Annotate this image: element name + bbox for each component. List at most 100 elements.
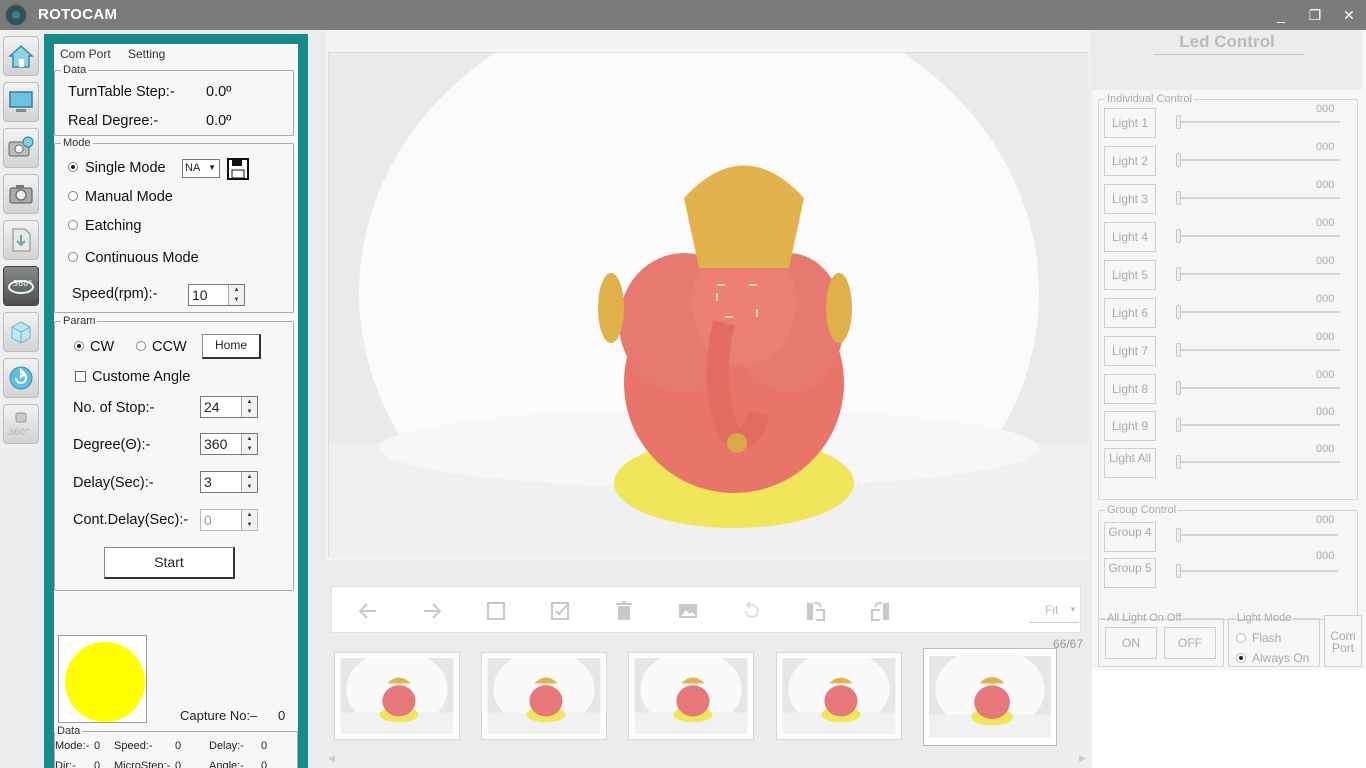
light-button[interactable]: Light 3 [1104, 184, 1156, 214]
thumbnail[interactable] [481, 652, 607, 740]
speed-stepper[interactable]: 10 ▲ ▼ [188, 284, 245, 306]
light-slider-track[interactable] [1176, 461, 1340, 463]
light-slider-knob[interactable] [1176, 153, 1181, 167]
spin-arrows-icon[interactable]: ▲ ▼ [228, 285, 244, 305]
light-slider-knob[interactable] [1176, 455, 1181, 469]
spin-arrows-icon[interactable]: ▲ ▼ [241, 510, 257, 530]
tab-setting[interactable]: Setting [128, 47, 165, 61]
light-slider-track[interactable] [1176, 235, 1340, 237]
light-slider-track[interactable] [1176, 424, 1340, 426]
light-slider-track[interactable] [1176, 159, 1340, 161]
image-viewer[interactable] [326, 30, 1090, 560]
zoom-select[interactable]: Fit ▼ [1029, 603, 1079, 623]
nav-rotate-360-button[interactable]: 360° [3, 266, 39, 306]
light-button[interactable]: Light 5 [1104, 260, 1156, 290]
delay-label: Delay(Sec):- [73, 475, 154, 491]
light-button[interactable]: Light 7 [1104, 336, 1156, 366]
light-button[interactable]: Light 2 [1104, 146, 1156, 176]
light-slider-track[interactable] [1176, 387, 1340, 389]
group-slider-track[interactable] [1176, 570, 1338, 572]
restore-button[interactable]: ❐ [1301, 3, 1329, 27]
light-slider-knob[interactable] [1176, 343, 1181, 357]
arrow-left-icon[interactable] [356, 599, 380, 623]
light-button[interactable]: Light 1 [1104, 108, 1156, 138]
light-button[interactable]: Light 8 [1104, 374, 1156, 404]
scroll-right-icon[interactable]: ▶ [1079, 753, 1086, 764]
tab-com-port[interactable]: Com Port [60, 47, 111, 61]
nav-refresh-button[interactable] [3, 358, 39, 398]
spin-arrows-icon[interactable]: ▲ ▼ [241, 472, 257, 492]
monitor-icon [9, 91, 33, 112]
light-slider-knob[interactable] [1176, 191, 1181, 205]
group-slider-track[interactable] [1176, 534, 1338, 536]
trash-icon[interactable] [612, 599, 636, 623]
nav-home-button[interactable] [3, 36, 39, 76]
arrow-right-icon[interactable] [420, 599, 444, 623]
light-button[interactable]: Light 9 [1104, 411, 1156, 441]
spin-arrows-icon[interactable]: ▲ ▼ [241, 397, 257, 417]
title-bar: ROTOCAM _ ❐ ✕ [0, 0, 1366, 30]
all-on-button[interactable]: ON [1105, 627, 1157, 659]
light-slider-track[interactable] [1176, 311, 1340, 313]
light-slider-knob[interactable] [1176, 115, 1181, 129]
light-slider-knob[interactable] [1176, 418, 1181, 432]
cw-label: CW [90, 339, 115, 355]
start-button[interactable]: Start [104, 547, 235, 579]
light-slider-knob[interactable] [1176, 381, 1181, 395]
com-port-button[interactable]: Com Port [1324, 615, 1362, 667]
light-button[interactable]: Light 4 [1104, 222, 1156, 252]
close-button[interactable]: ✕ [1335, 3, 1363, 27]
group-slider-knob[interactable] [1176, 528, 1181, 542]
light-slider-knob[interactable] [1176, 229, 1181, 243]
single-mode-radio[interactable] [68, 162, 78, 172]
continuous-mode-radio[interactable] [68, 252, 78, 262]
home-button[interactable]: Home [202, 334, 261, 359]
eatching-radio[interactable] [68, 220, 78, 230]
stops-stepper[interactable]: 24 ▲ ▼ [200, 396, 258, 418]
light-slider-track[interactable] [1176, 121, 1340, 123]
nav-monitor-button[interactable] [3, 82, 39, 122]
flash-radio[interactable] [1236, 633, 1246, 643]
image-icon[interactable] [676, 599, 700, 623]
group-button[interactable]: Group 5 [1104, 558, 1156, 588]
thumbnail[interactable] [776, 652, 902, 740]
checkbox-checked-icon[interactable] [548, 599, 572, 623]
nav-download-button[interactable] [3, 220, 39, 260]
group-slider-knob[interactable] [1176, 564, 1181, 578]
save-icon[interactable] [227, 158, 249, 180]
nav-camera-settings-button[interactable] [3, 128, 39, 168]
light-button[interactable]: Light 6 [1104, 298, 1156, 328]
cont-delay-stepper[interactable]: 0 ▲ ▼ [200, 509, 258, 531]
always-on-radio[interactable] [1236, 653, 1246, 663]
all-off-button[interactable]: OFF [1164, 627, 1216, 659]
thumbnail[interactable] [628, 652, 754, 740]
thumbnail[interactable] [334, 652, 460, 740]
light-slider-track[interactable] [1176, 197, 1340, 199]
ccw-radio[interactable] [136, 341, 146, 351]
rotate-left-icon[interactable] [804, 599, 828, 623]
cw-radio[interactable] [74, 341, 84, 351]
light-button[interactable]: Light All [1104, 448, 1156, 478]
thumbnail[interactable] [923, 648, 1057, 746]
nav-cube-button[interactable] [3, 312, 39, 352]
nav-robot-360-button[interactable]: 360° [3, 404, 39, 444]
light-slider-track[interactable] [1176, 349, 1340, 351]
single-mode-select[interactable]: NA ▼ [182, 159, 220, 178]
group-button[interactable]: Group 4 [1104, 522, 1156, 552]
light-slider-knob[interactable] [1176, 267, 1181, 281]
degree-stepper[interactable]: 360 ▲ ▼ [200, 433, 258, 455]
rotate-right-icon[interactable] [868, 599, 892, 623]
checkbox-empty-icon[interactable] [484, 599, 508, 623]
light-slider-track[interactable] [1176, 273, 1340, 275]
thumbnail-scrollbar[interactable]: ◀ ▶ [326, 752, 1090, 768]
spin-arrows-icon[interactable]: ▲ ▼ [241, 434, 257, 454]
scroll-left-icon[interactable]: ◀ [328, 753, 335, 764]
light-slider-knob[interactable] [1176, 305, 1181, 319]
custom-angle-checkbox[interactable] [75, 371, 86, 382]
footer-dir-value: 0 [94, 760, 101, 768]
minimize-button[interactable]: _ [1267, 3, 1295, 27]
manual-mode-radio[interactable] [68, 191, 78, 201]
nav-camera-button[interactable] [3, 174, 39, 214]
delay-stepper[interactable]: 3 ▲ ▼ [200, 471, 258, 493]
undo-icon[interactable] [740, 599, 764, 623]
